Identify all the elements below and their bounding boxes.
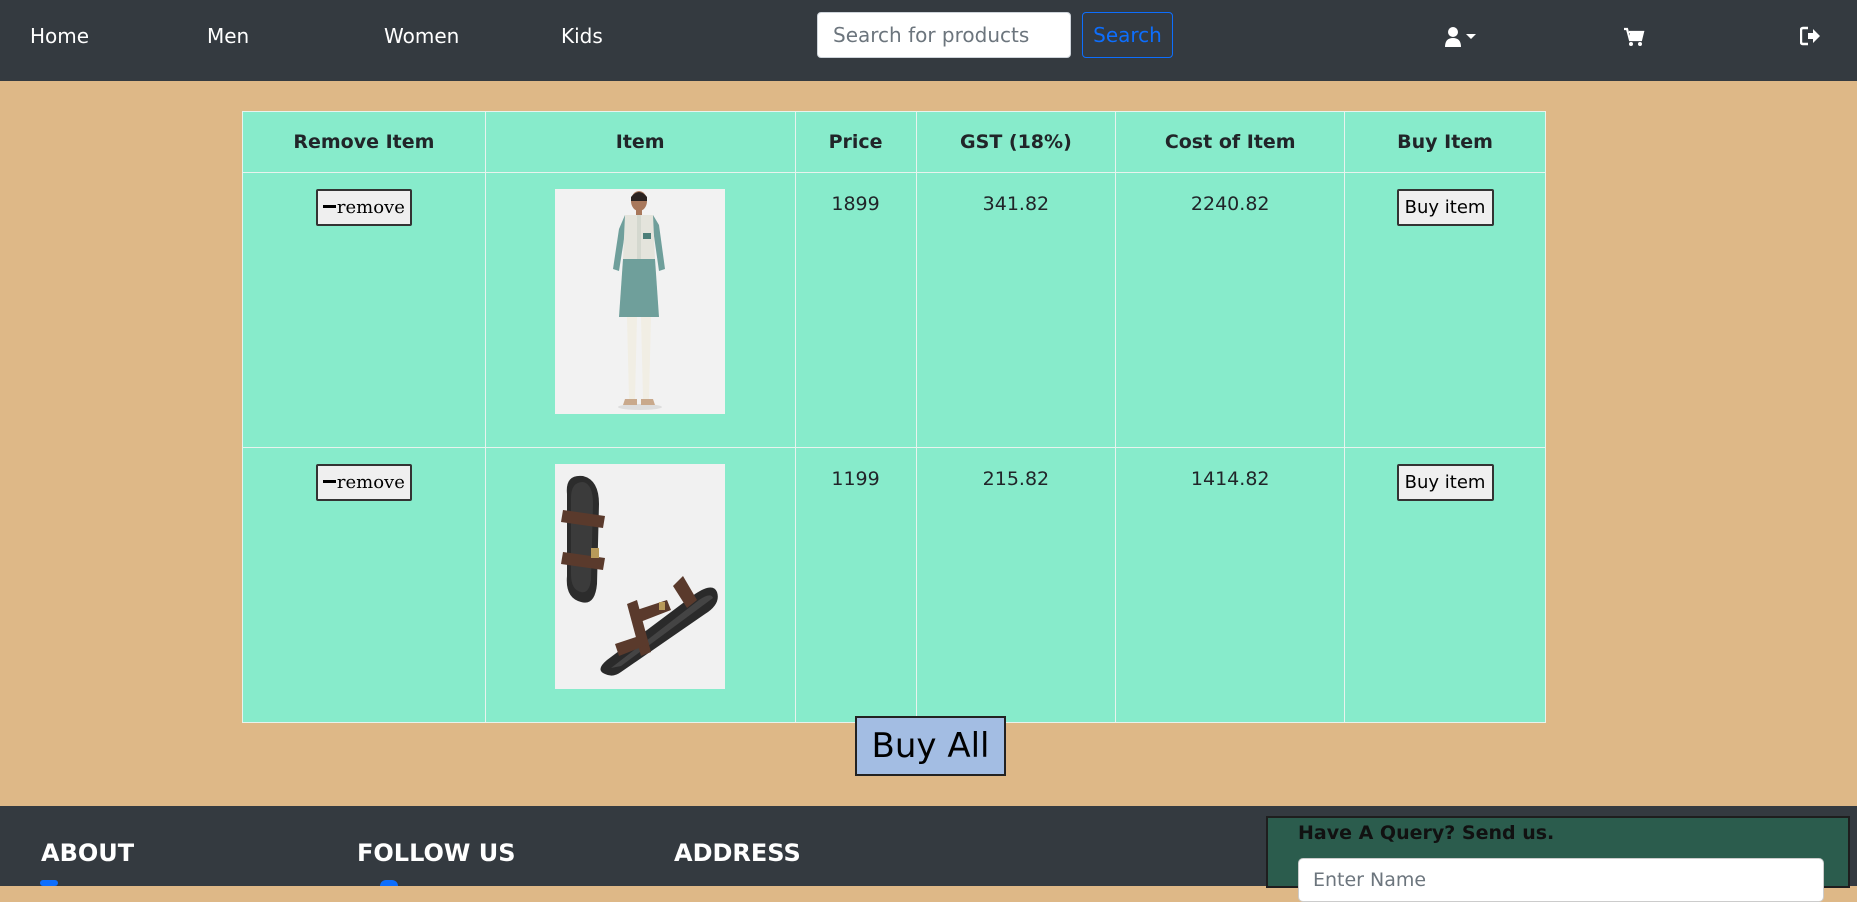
cost-cell: 1414.82 — [1115, 447, 1346, 723]
cart-icon[interactable] — [1623, 26, 1645, 53]
name-input[interactable] — [1298, 858, 1824, 902]
gst-cell: 215.82 — [915, 447, 1117, 723]
buy-cell: Buy item — [1344, 172, 1546, 448]
kurta-jacket-image[interactable] — [555, 189, 726, 414]
query-title: Have A Query? Send us. — [1298, 822, 1555, 844]
header-item: Item — [484, 111, 796, 173]
logout-icon[interactable] — [1799, 26, 1822, 51]
minus-icon — [322, 479, 336, 483]
remove-button[interactable]: remove — [315, 189, 412, 226]
remove-label: remove — [336, 472, 405, 493]
footer-about-heading: ABOUT — [41, 839, 135, 867]
remove-cell: remove — [242, 447, 486, 723]
price-cell: 1899 — [794, 172, 917, 448]
header-gst: GST (18%) — [915, 111, 1117, 173]
buy-item-button[interactable]: Buy item — [1396, 464, 1494, 501]
nav-home-link[interactable]: Home — [30, 24, 89, 48]
header-cost: Cost of Item — [1115, 111, 1346, 173]
facebook-icon[interactable] — [380, 880, 398, 886]
cart-table: Remove Item Item Price GST (18%) Cost of… — [242, 111, 1546, 723]
search-input[interactable] — [817, 12, 1071, 58]
navbar: Home Men Women Kids Search — [0, 0, 1857, 81]
buy-item-button[interactable]: Buy item — [1396, 189, 1494, 226]
user-icon[interactable] — [1444, 26, 1480, 55]
footer-about-link[interactable] — [40, 880, 58, 886]
table-row: remove 1199 215.82 1414.82 Buy item — [242, 447, 1546, 723]
item-cell — [484, 172, 796, 448]
buy-all-button[interactable]: Buy All — [855, 716, 1006, 776]
price-cell: 1199 — [794, 447, 917, 723]
gst-cell: 341.82 — [915, 172, 1117, 448]
nav-men-link[interactable]: Men — [207, 24, 249, 48]
header-buy-item: Buy Item — [1344, 111, 1546, 173]
sandals-image[interactable] — [555, 464, 726, 689]
header-price: Price — [794, 111, 917, 173]
remove-label: remove — [336, 197, 405, 218]
footer-follow-heading: FOLLOW US — [357, 839, 516, 867]
query-form: Have A Query? Send us. — [1266, 816, 1850, 902]
nav-women-link[interactable]: Women — [384, 24, 459, 48]
cost-cell: 2240.82 — [1115, 172, 1346, 448]
search-button[interactable]: Search — [1082, 12, 1173, 58]
minus-icon — [322, 204, 336, 208]
nav-kids-link[interactable]: Kids — [561, 24, 603, 48]
table-row: remove 1899 341.82 2240.82 Buy item — [242, 172, 1546, 448]
footer-address-heading: ADDRESS — [674, 839, 801, 867]
header-remove-item: Remove Item — [242, 111, 486, 173]
table-header-row: Remove Item Item Price GST (18%) Cost of… — [242, 111, 1546, 173]
item-cell — [484, 447, 796, 723]
buy-cell: Buy item — [1344, 447, 1546, 723]
remove-cell: remove — [242, 172, 486, 448]
remove-button[interactable]: remove — [315, 464, 412, 501]
